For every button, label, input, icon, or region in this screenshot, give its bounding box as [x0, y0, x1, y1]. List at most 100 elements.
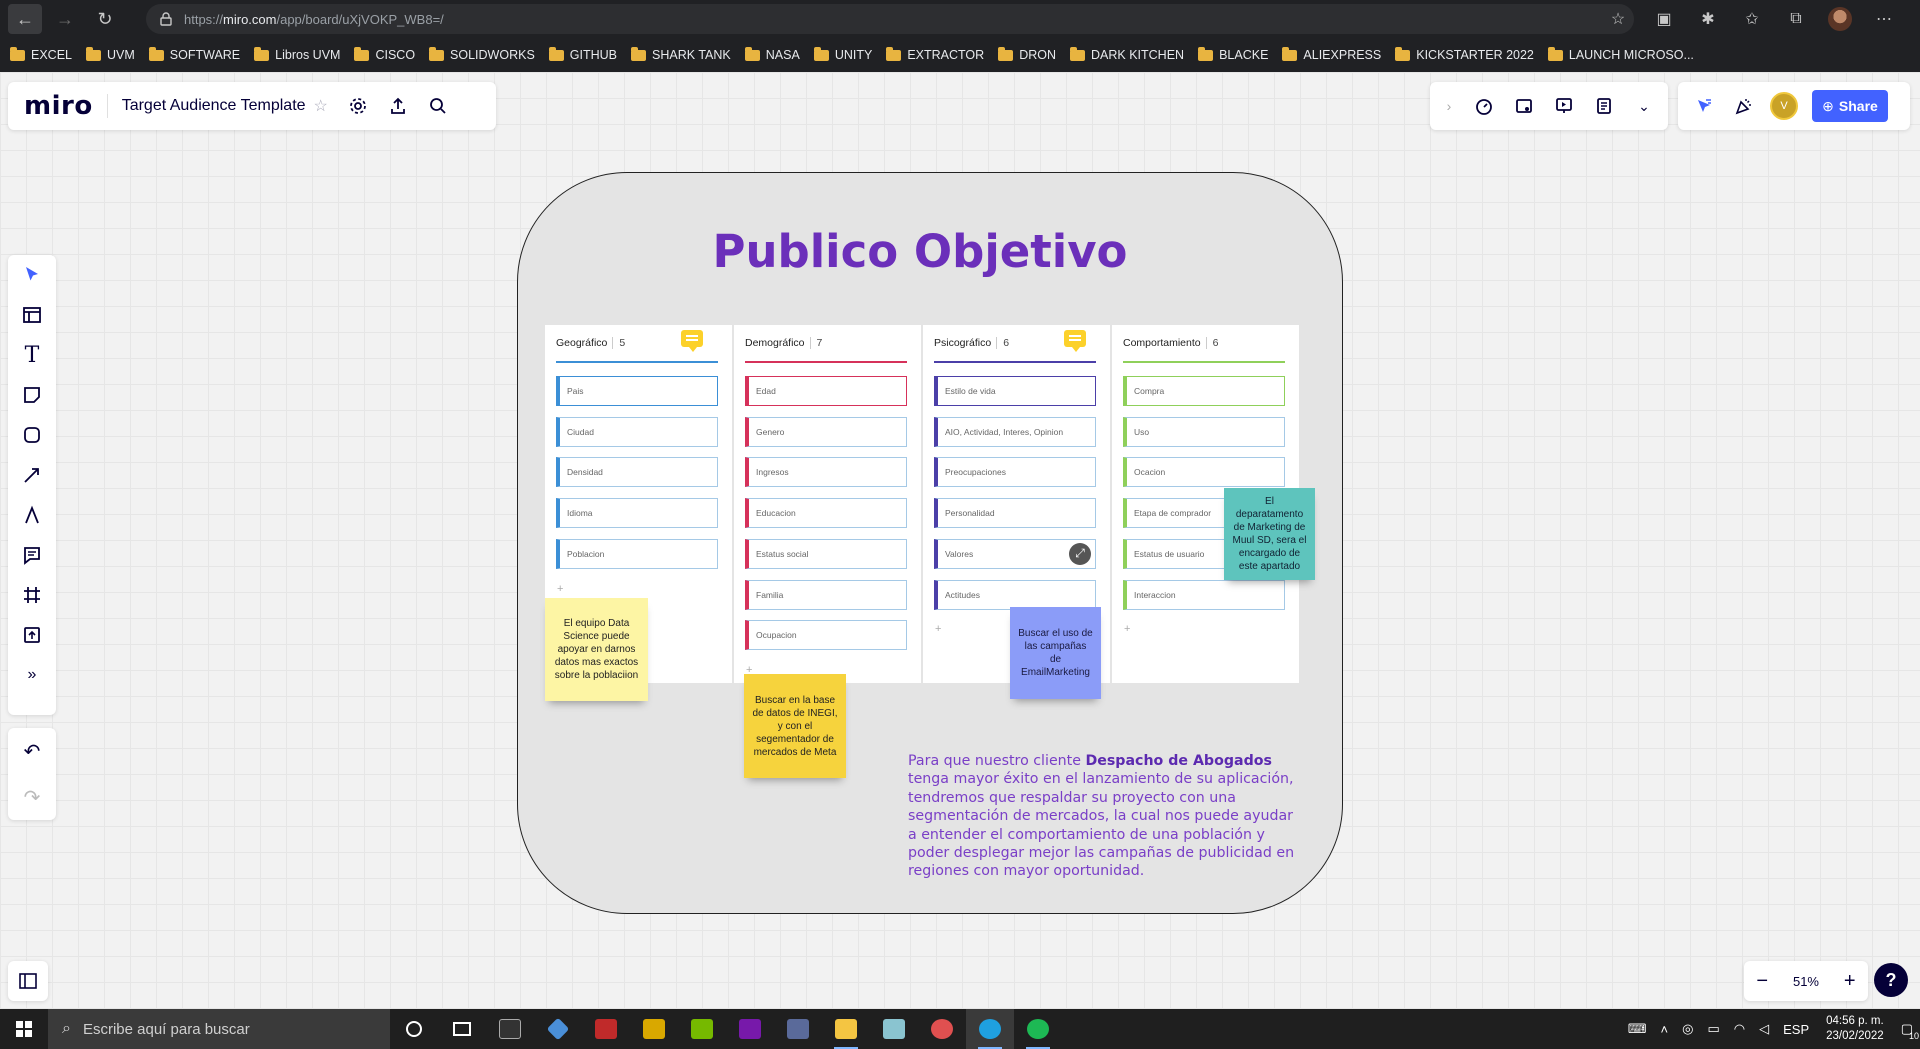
address-bar[interactable]: https://miro.com/app/board/uXjVOKP_WB8=/ — [146, 4, 1634, 34]
bookmark-item[interactable]: UNITY — [813, 46, 872, 62]
bookmark-item[interactable]: GITHUB — [548, 46, 617, 62]
expand-more-icon[interactable]: ⌄ — [1624, 86, 1664, 126]
share-button[interactable]: ⊕ Share — [1812, 90, 1888, 122]
search-icon[interactable] — [418, 86, 458, 126]
kanban-card[interactable]: Pais — [556, 376, 718, 406]
back-button[interactable]: ← — [8, 4, 42, 34]
kanban-card[interactable]: Uso — [1123, 416, 1285, 447]
bookmark-item[interactable]: SHARK TANK — [631, 46, 731, 62]
notes-icon[interactable] — [1584, 86, 1624, 126]
select-tool-icon[interactable] — [8, 255, 56, 295]
frame-tool-icon[interactable] — [8, 575, 56, 615]
collections-icon[interactable]: ⧉ — [1774, 4, 1818, 34]
chevron-right-icon[interactable]: › — [1434, 86, 1464, 126]
sticky-note-marketing[interactable]: El deparatamento de Marketing de Muul SD… — [1224, 488, 1315, 580]
kanban-card[interactable]: Ocupacion — [745, 620, 907, 651]
templates-icon[interactable] — [8, 295, 56, 335]
onenote-app-icon[interactable] — [726, 1009, 774, 1049]
favorite-star-icon[interactable]: ☆ — [1596, 4, 1640, 34]
kanban-column[interactable]: Demográfico 7 Edad Genero Ingresos Educacion E… — [734, 325, 921, 683]
add-card-icon[interactable]: + — [557, 583, 563, 595]
language-indicator[interactable]: ESP — [1783, 1022, 1809, 1037]
tools-app-icon[interactable] — [630, 1009, 678, 1049]
connection-line-icon[interactable] — [8, 455, 56, 495]
expand-card-icon[interactable]: ⤢ — [1069, 542, 1091, 565]
kanban-card[interactable]: Ingresos — [745, 457, 907, 488]
more-tools-icon[interactable]: » — [8, 655, 56, 695]
edge-browser-icon[interactable] — [966, 1009, 1014, 1049]
notes-app-icon[interactable] — [870, 1009, 918, 1049]
git-app-icon[interactable] — [534, 1009, 582, 1049]
upload-icon[interactable] — [8, 615, 56, 655]
timer-icon[interactable] — [1464, 86, 1504, 126]
kanban-card[interactable]: AIO, Actividad, Interes, Opinion — [934, 416, 1096, 447]
keyboard-icon[interactable]: ⌨ — [1628, 1021, 1647, 1037]
profile-avatar[interactable] — [1818, 4, 1862, 34]
wifi-icon[interactable]: ◠ — [1734, 1021, 1745, 1037]
kanban-card[interactable]: Personalidad — [934, 498, 1096, 529]
star-icon[interactable]: ☆ — [314, 96, 338, 116]
terminal-app-icon[interactable] — [486, 1009, 534, 1049]
kanban-card[interactable]: Densidad — [556, 457, 718, 488]
bookmark-item[interactable]: SOLIDWORKS — [429, 46, 535, 62]
reload-button[interactable]: ↻ — [88, 4, 122, 34]
bookmark-item[interactable]: BLACKE — [1198, 46, 1268, 62]
board-title[interactable]: Target Audience Template — [122, 97, 306, 115]
sticky-note-data-science[interactable]: El equipo Data Science puede apoyar en d… — [545, 598, 648, 701]
bookmark-item[interactable]: KICKSTARTER 2022 — [1395, 46, 1534, 62]
more-menu-icon[interactable]: ⋯ — [1862, 4, 1906, 34]
present-icon[interactable] — [1544, 86, 1584, 126]
kanban-card[interactable]: Actitudes — [934, 579, 1096, 610]
column-header[interactable]: Psicográfico 6 — [934, 337, 1010, 349]
bookmark-item[interactable]: UVM — [86, 46, 135, 62]
bookmark-item[interactable]: CISCO — [354, 46, 415, 62]
miro-logo[interactable]: miro — [24, 91, 93, 121]
kanban-card[interactable]: Interaccion — [1123, 579, 1285, 610]
chevron-up-icon[interactable]: ˄ — [1661, 1022, 1669, 1037]
kanban-card[interactable]: Ocacion — [1123, 457, 1285, 488]
paint-app-icon[interactable] — [918, 1009, 966, 1049]
kanban-card[interactable]: Poblacion — [556, 538, 718, 569]
comment-bubble-icon[interactable] — [1064, 330, 1086, 352]
comment-tool-icon[interactable] — [8, 535, 56, 575]
sticky-note-icon[interactable] — [8, 375, 56, 415]
redo-icon[interactable]: ↷ — [8, 774, 56, 820]
cortana-icon[interactable] — [390, 1009, 438, 1049]
sticky-note-inegi[interactable]: Buscar en la base de datos de INEGI, y c… — [744, 674, 846, 778]
zoom-level[interactable]: 51% — [1793, 974, 1819, 989]
kanban-card[interactable]: Ciudad — [556, 416, 718, 447]
bookmark-item[interactable]: SOFTWARE — [148, 46, 240, 62]
spotify-app-icon[interactable] — [1014, 1009, 1062, 1049]
zoom-in-button[interactable]: + — [1844, 970, 1856, 993]
cursor-follow-icon[interactable] — [1684, 86, 1724, 126]
frames-panel-icon[interactable] — [8, 961, 48, 1001]
extensions-icon[interactable]: ✱ — [1686, 4, 1730, 34]
kanban-card[interactable]: Idioma — [556, 498, 718, 529]
column-header[interactable]: Demográfico 7 — [745, 337, 823, 349]
kanban-card[interactable]: Compra — [1123, 376, 1285, 406]
kanban-card[interactable]: Educacion — [745, 498, 907, 529]
column-header[interactable]: Geográfico 5 — [556, 337, 626, 349]
comment-bubble-icon[interactable] — [681, 330, 703, 352]
bookmark-item[interactable]: NASA — [744, 46, 800, 62]
description-paragraph[interactable]: Para que nuestro cliente Despacho de Abo… — [908, 752, 1303, 881]
task-view-icon[interactable] — [438, 1009, 486, 1049]
calculator-app-icon[interactable] — [774, 1009, 822, 1049]
kanban-card[interactable]: Estatus social — [745, 538, 907, 569]
bookmark-item[interactable]: LAUNCH MICROSO... — [1547, 46, 1694, 62]
help-button[interactable]: ? — [1874, 963, 1908, 997]
file-explorer-icon[interactable] — [822, 1009, 870, 1049]
taskbar-search[interactable]: ⌕ Escribe aquí para buscar — [48, 1009, 390, 1049]
clock[interactable]: 04:56 p. m. 23/02/2022 — [1826, 1014, 1884, 1044]
picture-in-picture-icon[interactable]: ▣ — [1642, 4, 1686, 34]
kanban-card[interactable]: Edad — [745, 376, 907, 406]
nvidia-app-icon[interactable] — [678, 1009, 726, 1049]
notifications-icon[interactable]: ▢ 10 — [1901, 1021, 1919, 1041]
user-avatar[interactable]: V — [1770, 92, 1798, 120]
bookmark-item[interactable]: ALIEXPRESS — [1282, 46, 1381, 62]
undo-icon[interactable]: ↶ — [8, 728, 56, 774]
battery-icon[interactable]: ▭ — [1707, 1021, 1719, 1037]
bookmark-item[interactable]: EXCEL — [10, 46, 72, 62]
red-app-icon[interactable] — [582, 1009, 630, 1049]
forward-button[interactable]: → — [48, 4, 82, 34]
